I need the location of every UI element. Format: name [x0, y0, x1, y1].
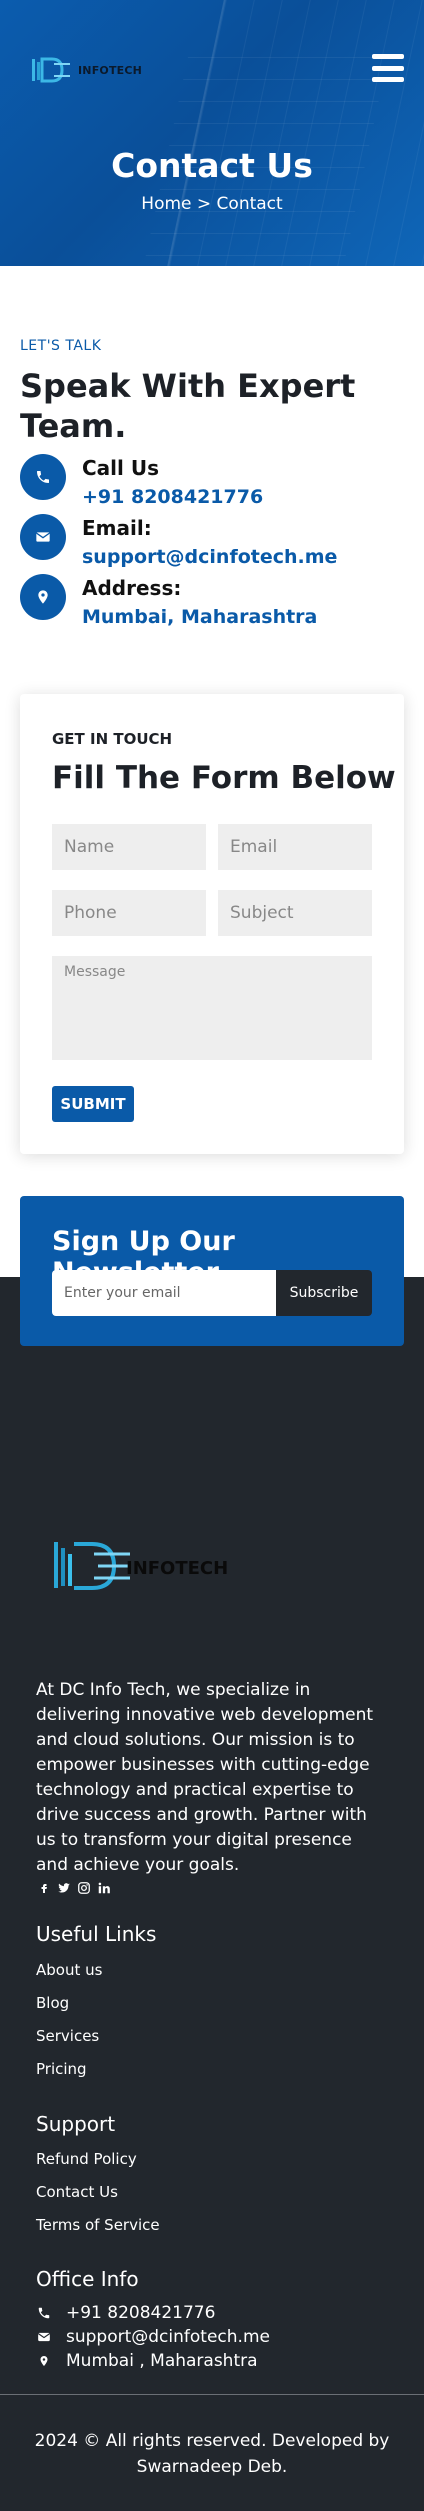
- contact-info-address: Address: Mumbai, Maharashtra: [20, 574, 317, 632]
- contact-info-email: Email: support@dcinfotech.me: [20, 514, 337, 572]
- office-email-text: support@dcinfotech.me: [66, 2327, 270, 2347]
- talk-eyebrow: LET'S TALK: [20, 338, 102, 354]
- office-address-text: Mumbai , Maharashtra: [66, 2351, 258, 2371]
- phone-input[interactable]: Phone: [52, 890, 206, 936]
- talk-heading: Speak With Expert Team.: [20, 367, 356, 445]
- subject-input[interactable]: Subject: [218, 890, 372, 936]
- footer-logo-text: INFOTECH: [126, 1557, 229, 1579]
- envelope-icon: [20, 514, 66, 560]
- office-phone[interactable]: +91 8208421776: [36, 2303, 215, 2323]
- footer-link-contact-us[interactable]: Contact Us: [36, 2183, 118, 2201]
- form-eyebrow: GET IN TOUCH: [52, 730, 173, 748]
- contact-phone-link[interactable]: +91 8208421776: [82, 482, 263, 512]
- footer-logo[interactable]: INFOTECH: [52, 1536, 228, 1600]
- page-title: Contact Us: [111, 146, 313, 185]
- useful-links-heading: Useful Links: [36, 1922, 157, 1946]
- contact-form-card: GET IN TOUCH Fill The Form Below Name Em…: [20, 694, 404, 1154]
- site-logo[interactable]: INFOTECH: [30, 56, 142, 84]
- footer-link-terms[interactable]: Terms of Service: [36, 2216, 160, 2234]
- contact-info-phone: Call Us +91 8208421776: [20, 454, 263, 512]
- office-address: Mumbai , Maharashtra: [36, 2351, 258, 2371]
- phone-icon: [20, 454, 66, 500]
- copyright-text: 2024 © All rights reserved. Developed by…: [34, 2431, 390, 2477]
- email-input[interactable]: Email: [218, 824, 372, 870]
- facebook-icon[interactable]: [36, 1880, 52, 1896]
- logo-text: INFOTECH: [78, 63, 143, 77]
- footer-link-blog[interactable]: Blog: [36, 1994, 69, 2012]
- subscribe-button[interactable]: Subscribe: [276, 1270, 372, 1316]
- twitter-icon[interactable]: [56, 1880, 72, 1896]
- logo-mark-icon: [30, 56, 76, 84]
- contact-info-label: Address:: [82, 576, 182, 600]
- message-textarea[interactable]: Message: [52, 956, 372, 1060]
- office-email[interactable]: support@dcinfotech.me: [36, 2327, 270, 2347]
- footer-link-services[interactable]: Services: [36, 2027, 99, 2045]
- phone-icon: [36, 2305, 52, 2321]
- envelope-icon: [36, 2329, 52, 2345]
- form-heading: Fill The Form Below: [52, 760, 396, 796]
- name-input[interactable]: Name: [52, 824, 206, 870]
- footer-link-about-us[interactable]: About us: [36, 1961, 102, 1979]
- footer-link-refund-policy[interactable]: Refund Policy: [36, 2150, 137, 2168]
- footer-logo-mark-icon: [52, 1536, 132, 1600]
- office-phone-text: +91 8208421776: [66, 2303, 216, 2323]
- footer-divider: [0, 2394, 424, 2395]
- social-links: [36, 1880, 112, 1896]
- location-pin-icon: [20, 574, 66, 620]
- contact-info-label: Call Us: [82, 456, 159, 480]
- office-info-heading: Office Info: [36, 2267, 139, 2291]
- location-pin-icon: [36, 2353, 52, 2369]
- newsletter-email-input[interactable]: Enter your email: [52, 1270, 276, 1316]
- support-heading: Support: [36, 2112, 116, 2136]
- submit-button[interactable]: SUBMIT: [52, 1086, 134, 1122]
- instagram-icon[interactable]: [76, 1880, 92, 1896]
- breadcrumb[interactable]: Home > Contact: [0, 194, 424, 214]
- contact-email-link[interactable]: support@dcinfotech.me: [82, 542, 337, 572]
- contact-info-label: Email:: [82, 516, 152, 540]
- menu-hamburger-icon[interactable]: [372, 54, 404, 82]
- contact-address-value: Mumbai, Maharashtra: [82, 606, 318, 628]
- footer-about-text: At DC Info Tech, we specialize in delive…: [36, 1680, 374, 1875]
- newsletter-box: Sign Up Our Newsletter Enter your email …: [20, 1196, 404, 1346]
- footer-link-pricing[interactable]: Pricing: [36, 2060, 87, 2078]
- page-hero: INFOTECH Contact Us Home > Contact: [0, 0, 424, 266]
- linkedin-icon[interactable]: [96, 1880, 112, 1896]
